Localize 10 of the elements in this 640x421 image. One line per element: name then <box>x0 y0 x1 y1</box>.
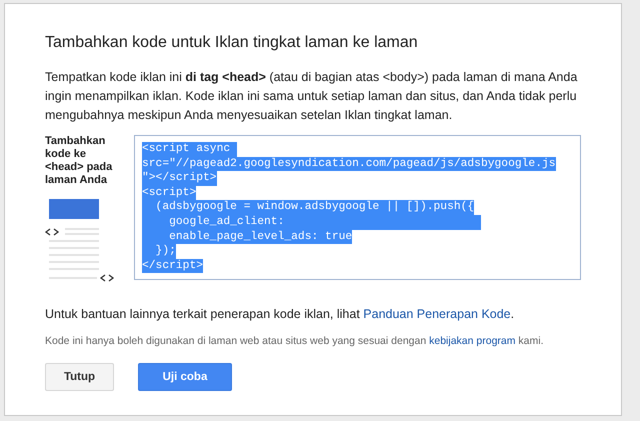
policy-link[interactable]: kebijakan program <box>429 335 516 347</box>
guide-link[interactable]: Panduan Penerapan Kode <box>363 307 511 321</box>
dialog-title: Tambahkan kode untuk Iklan tingkat laman ke laman <box>45 34 419 52</box>
side-label: Tambahkan kode ke <head> pada laman Anda <box>45 135 114 187</box>
close-button[interactable]: Tutup <box>45 363 114 391</box>
try-button[interactable]: Uji coba <box>138 363 232 391</box>
code-box[interactable] <box>134 135 581 280</box>
policy-note: Kode ini hanya boleh digunakan di laman web atau situs web yang sesuai dengan kebijakan program kami. <box>45 335 545 347</box>
intro-text: Tempatkan kode iklan ini di tag <head> (atau di bagian atas <body>) pada laman di mana Anda ingin menampilkan iklan. Kode iklan ini sama untuk setiap laman dan situs, dan Anda tidak perlu mengubahnya meskipun Anda menyesuaikan setelan Iklan tingkat laman. <box>45 69 578 124</box>
help-text: Untuk bantuan lainnya terkait penerapan kode iklan, lihat Panduan Penerapan Kode. <box>45 307 516 321</box>
